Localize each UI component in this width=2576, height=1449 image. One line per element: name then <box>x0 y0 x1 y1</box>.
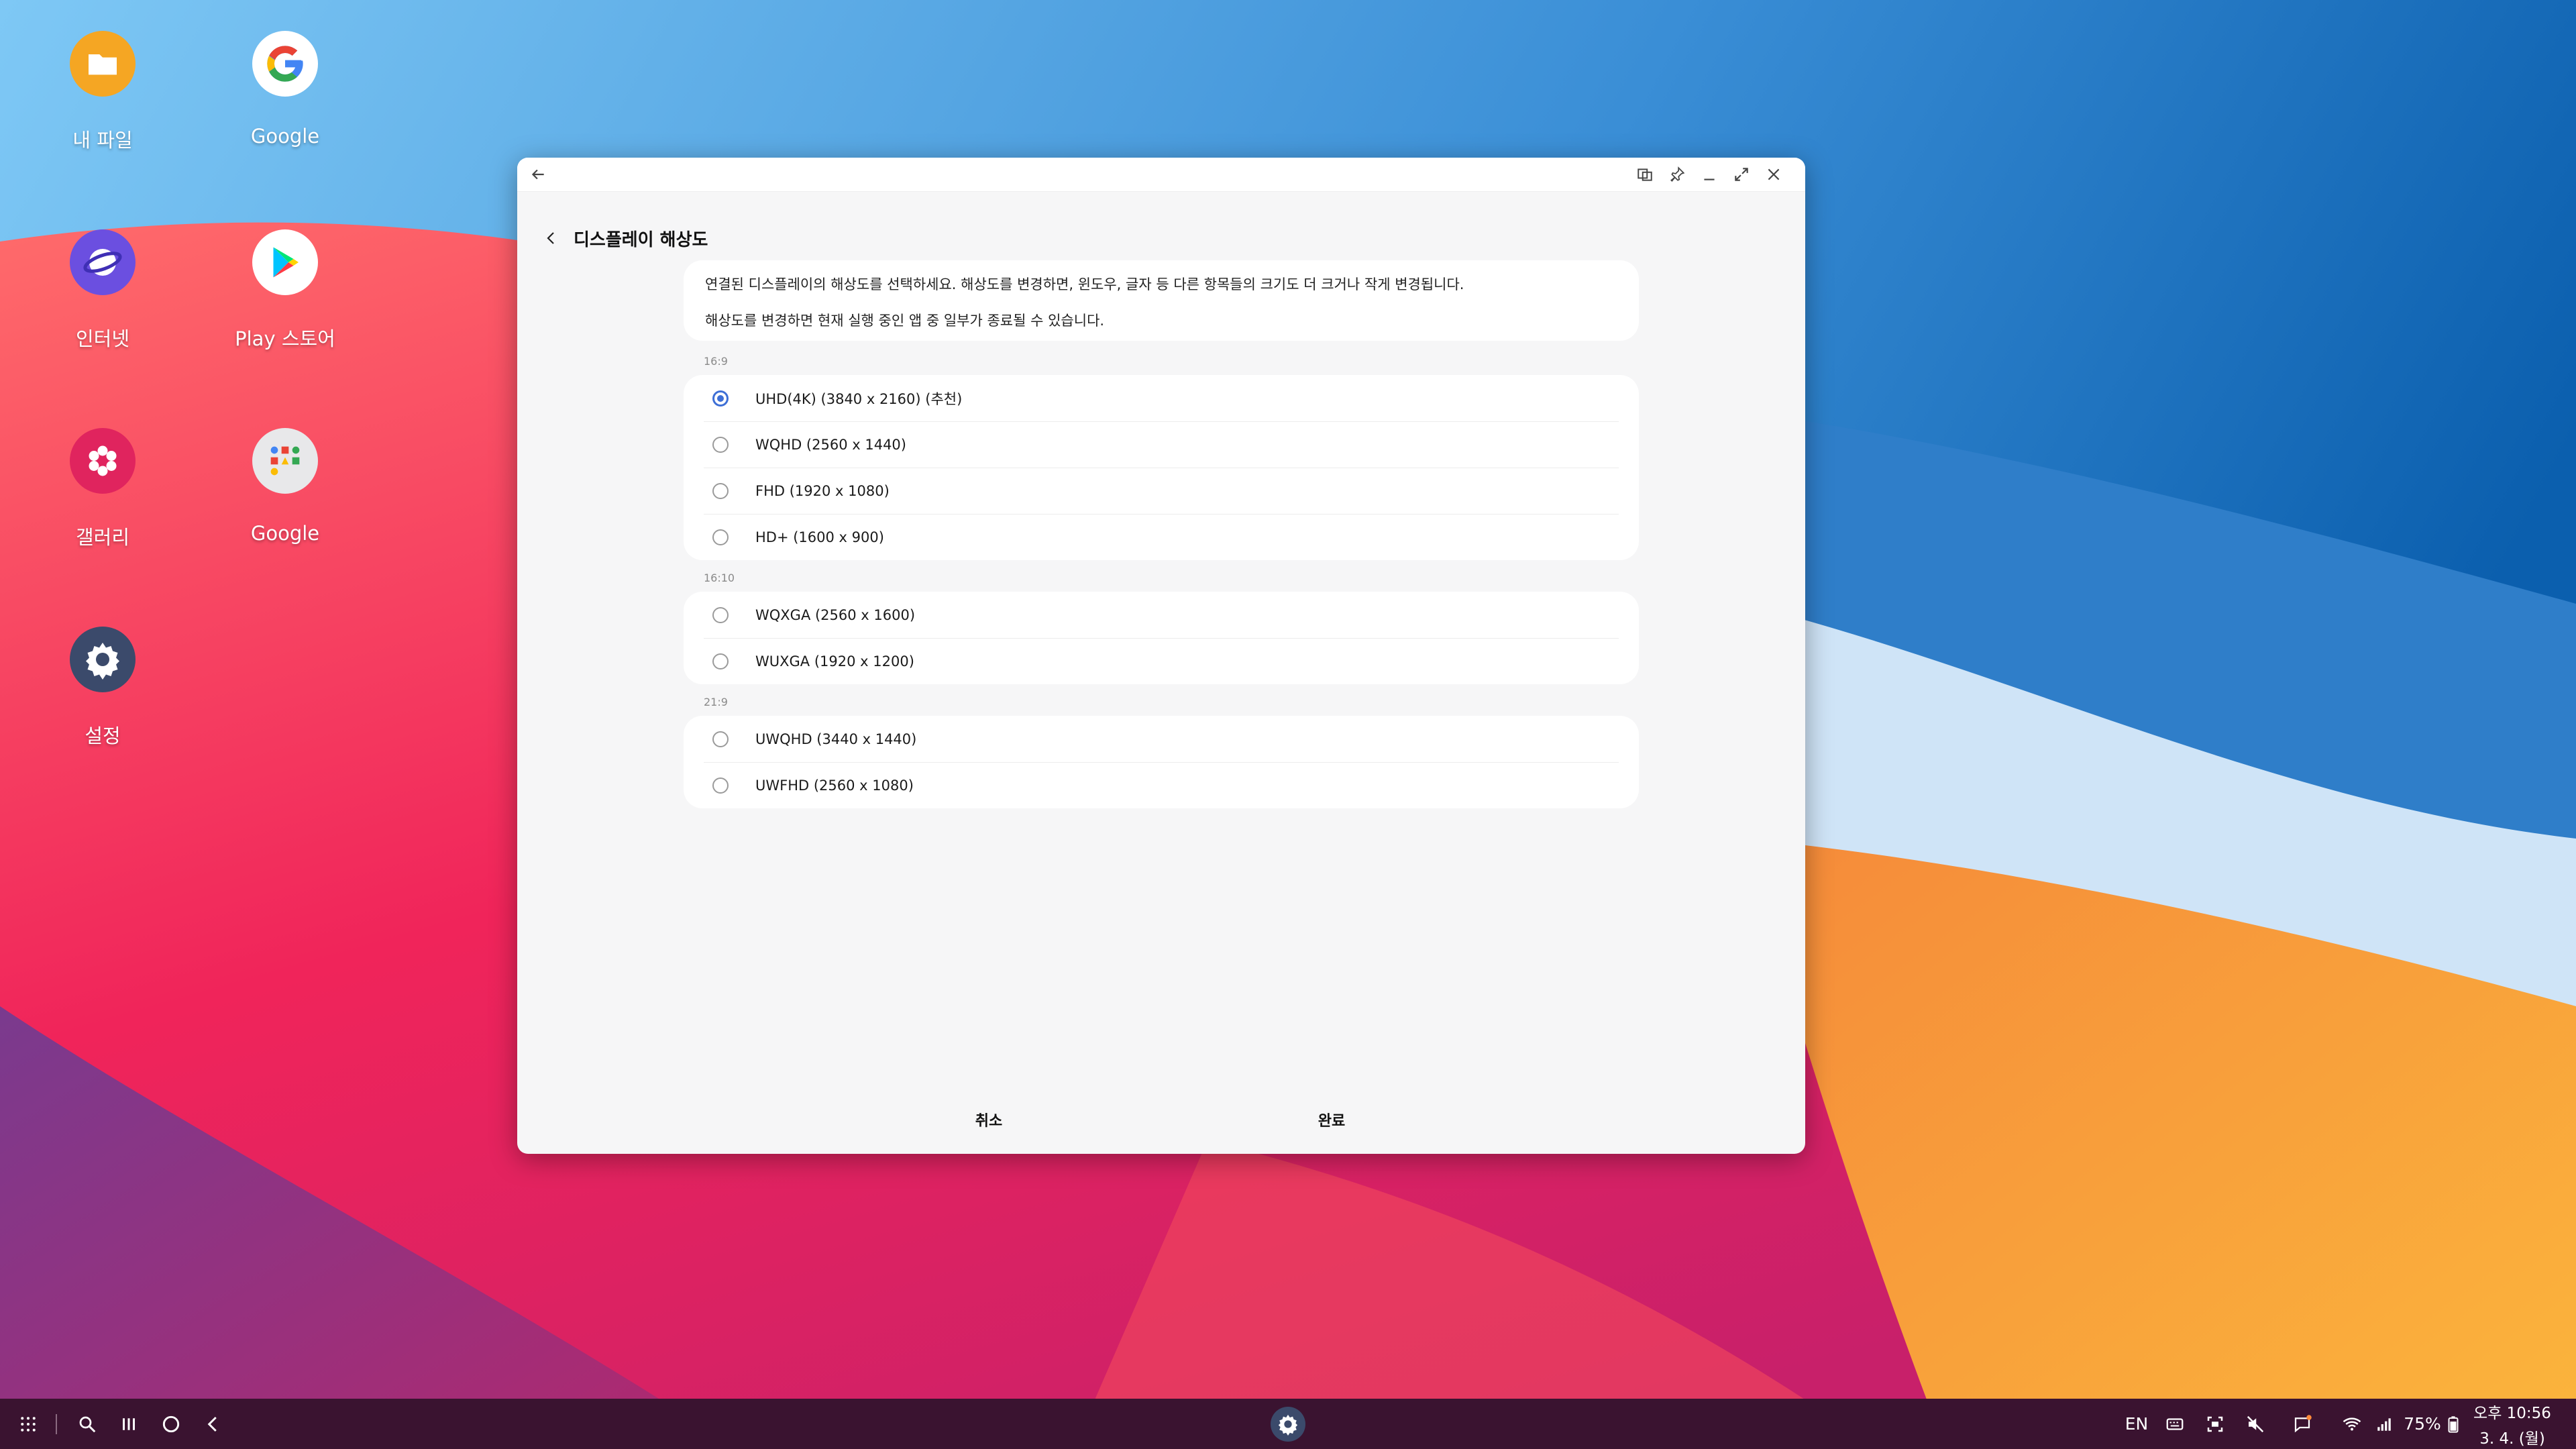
radio-unselected[interactable] <box>712 529 729 545</box>
radio-unselected[interactable] <box>712 777 729 794</box>
resolution-option-label: WQHD (2560 x 1440) <box>755 436 906 453</box>
desktop-icon-label: 갤러리 <box>75 526 130 549</box>
resolution-option[interactable]: HD+ (1600 x 900) <box>684 514 1639 560</box>
resolution-option-label: WQXGA (2560 x 1600) <box>755 606 916 623</box>
resolution-option[interactable]: WQXGA (2560 x 1600) <box>684 592 1639 638</box>
resolution-option-label: UHD(4K) (3840 x 2160) (추천) <box>755 390 963 407</box>
page-header: 디스플레이 해상도 <box>541 218 708 258</box>
info-text-resize: 연결된 디스플레이의 해상도를 선택하세요. 해상도를 변경하면, 윈도우, 글… <box>705 276 1464 292</box>
desktop-icon-google[interactable]: Google <box>205 31 366 192</box>
group-label-21-9: 21:9 <box>704 696 728 708</box>
resolution-option-label: FHD (1920 x 1080) <box>755 482 890 499</box>
maximize-icon[interactable] <box>1729 162 1754 187</box>
desktop-icon-play-store[interactable]: Play 스토어 <box>205 229 366 390</box>
keyboard-icon[interactable] <box>2160 1399 2190 1449</box>
radio-unselected[interactable] <box>712 731 729 747</box>
apps-grid-icon[interactable] <box>13 1399 43 1449</box>
resolution-group-16-9: UHD(4K) (3840 x 2160) (추천) WQHD (2560 x … <box>684 375 1639 560</box>
clock-date: 3. 4. (월) <box>2479 1430 2545 1448</box>
page-title: 디스플레이 해상도 <box>574 229 708 250</box>
desktop-icon-label: Google <box>250 125 320 148</box>
mute-icon[interactable] <box>2241 1399 2270 1449</box>
gallery-flower-icon <box>70 428 136 494</box>
desktop-icon-label: Play 스토어 <box>235 327 335 350</box>
folder-icon <box>70 31 136 97</box>
play-store-icon <box>252 229 318 295</box>
clock-time: 오후 10:56 <box>2473 1404 2551 1422</box>
resolution-option[interactable]: UWFHD (2560 x 1080) <box>684 762 1639 808</box>
cancel-button[interactable]: 취소 <box>888 1109 1089 1130</box>
multi-window-icon[interactable] <box>1632 162 1658 187</box>
window-titlebar[interactable] <box>517 158 1805 192</box>
signal-icon <box>2372 1399 2396 1449</box>
resolution-option-label: UWQHD (3440 x 1440) <box>755 731 917 747</box>
desktop-icon-internet[interactable]: 인터넷 <box>22 229 183 390</box>
running-app-settings-icon[interactable] <box>1269 1399 1307 1449</box>
resolution-option[interactable]: WQHD (2560 x 1440) <box>684 421 1639 468</box>
resolution-option[interactable]: FHD (1920 x 1080) <box>684 468 1639 514</box>
radio-unselected[interactable] <box>712 653 729 669</box>
group-label-16-9: 16:9 <box>704 355 728 368</box>
clock[interactable]: 오후 10:56 3. 4. (월) <box>2469 1399 2556 1449</box>
google-g-icon <box>252 31 318 97</box>
desktop-icon-label: Google <box>250 522 320 545</box>
desktop-icon-my-files[interactable]: 내 파일 <box>22 31 183 192</box>
resolution-option[interactable]: UWQHD (3440 x 1440) <box>684 716 1639 762</box>
minimize-icon[interactable] <box>1697 162 1722 187</box>
display-resolution-window: 디스플레이 해상도 연결된 디스플레이의 해상도를 선택하세요. 해상도를 변경… <box>517 158 1805 1154</box>
resolution-option-label: HD+ (1600 x 900) <box>755 529 884 545</box>
resolution-option[interactable]: UHD(4K) (3840 x 2160) (추천) <box>684 375 1639 421</box>
radio-unselected[interactable] <box>712 606 729 623</box>
notification-icon[interactable] <box>2288 1399 2317 1449</box>
screen-capture-icon[interactable] <box>2200 1399 2230 1449</box>
desktop-icon-google-folder[interactable]: Google <box>205 428 366 589</box>
radio-unselected[interactable] <box>712 482 729 499</box>
language-indicator[interactable]: EN <box>2120 1399 2153 1449</box>
radio-unselected[interactable] <box>712 436 729 453</box>
taskbar-divider <box>55 1399 58 1449</box>
battery-icon <box>2445 1399 2462 1449</box>
search-icon[interactable] <box>72 1399 102 1449</box>
resolution-option-label: UWFHD (2560 x 1080) <box>755 777 914 794</box>
group-label-16-10: 16:10 <box>704 572 735 584</box>
resolution-group-21-9: UWQHD (3440 x 1440) UWFHD (2560 x 1080) <box>684 716 1639 808</box>
back-arrow-icon[interactable] <box>525 162 551 187</box>
back-chevron-icon[interactable] <box>541 228 561 248</box>
internet-browser-icon <box>70 229 136 295</box>
resolution-option-label: WUXGA (1920 x 1200) <box>755 653 914 669</box>
pin-icon[interactable] <box>1664 162 1690 187</box>
radio-selected[interactable] <box>712 390 729 407</box>
resolution-option[interactable]: WUXGA (1920 x 1200) <box>684 638 1639 684</box>
home-icon[interactable] <box>156 1399 186 1449</box>
info-text-app-close: 해상도를 변경하면 현재 실행 중인 앱 중 일부가 종료될 수 있습니다. <box>705 313 1105 329</box>
close-icon[interactable] <box>1761 162 1786 187</box>
info-card: 연결된 디스플레이의 해상도를 선택하세요. 해상도를 변경하면, 윈도우, 글… <box>684 260 1639 341</box>
desktop-icon-settings[interactable]: 설정 <box>22 627 183 788</box>
resolution-group-16-10: WQXGA (2560 x 1600) WUXGA (1920 x 1200) <box>684 592 1639 684</box>
desktop-icon-gallery[interactable]: 갤러리 <box>22 428 183 589</box>
desktop-icon-label: 내 파일 <box>72 129 133 152</box>
desktop-icon-label: 설정 <box>85 724 121 747</box>
settings-gear-icon <box>70 627 136 692</box>
back-icon[interactable] <box>199 1399 228 1449</box>
wifi-icon <box>2337 1399 2367 1449</box>
done-button[interactable]: 완료 <box>1231 1109 1432 1130</box>
taskbar: EN 75% 오후 10:56 3. 4. (월) <box>0 1399 2576 1449</box>
battery-percent: 75% <box>2404 1414 2441 1434</box>
recent-apps-icon[interactable] <box>114 1399 144 1449</box>
google-folder-icon <box>252 428 318 494</box>
desktop-icon-label: 인터넷 <box>75 327 130 350</box>
